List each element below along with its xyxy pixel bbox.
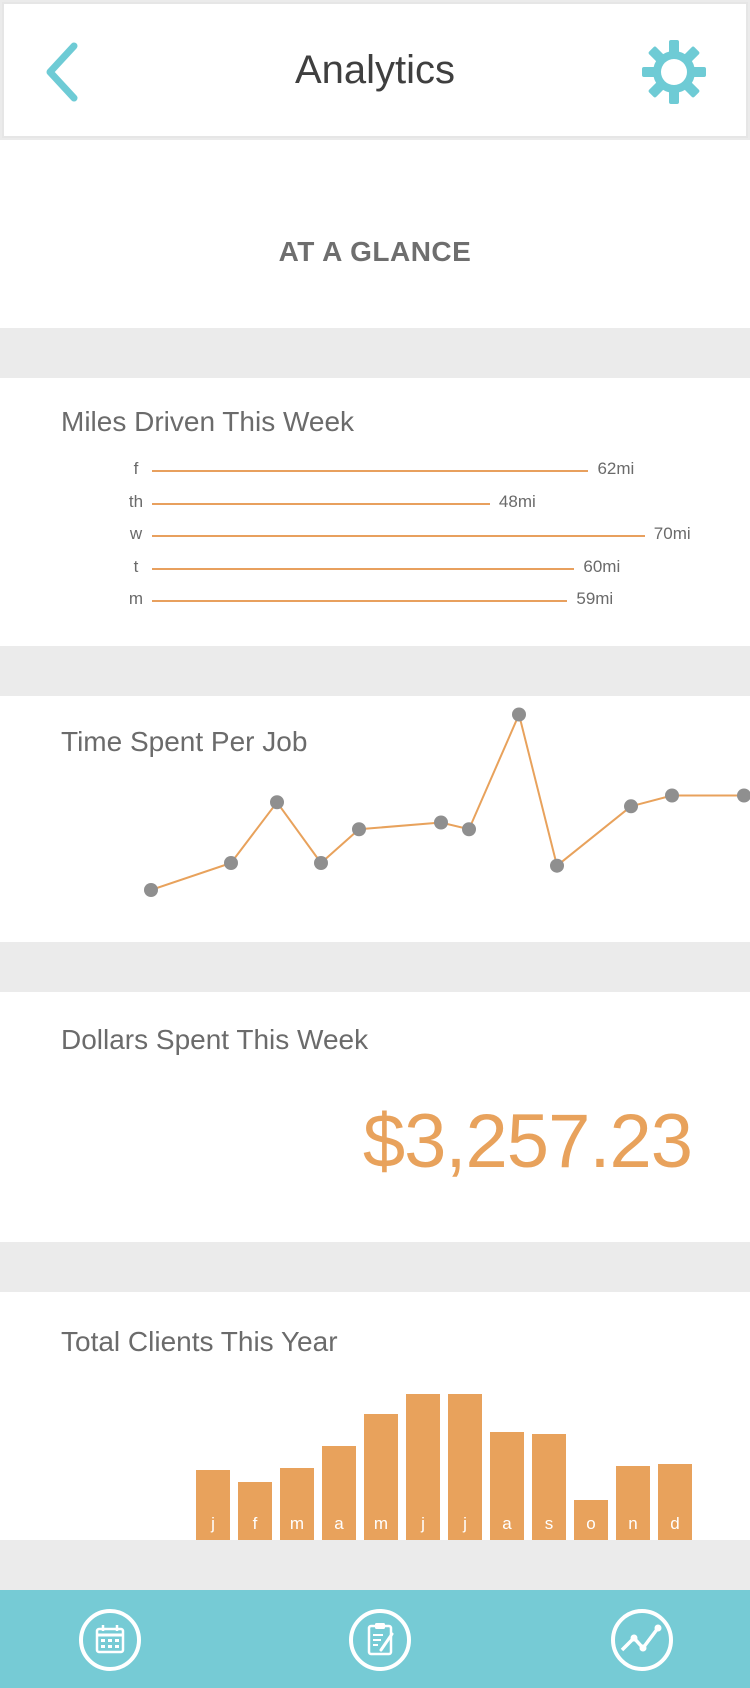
time-data-point [512, 707, 526, 722]
miles-value-label: 60mi [583, 556, 621, 576]
clients-month-label: s [544, 1514, 554, 1533]
time-data-point [434, 815, 448, 830]
miles-value-label: 48mi [498, 491, 536, 511]
clients-month-label: a [502, 1514, 512, 1533]
time-data-point [352, 822, 366, 837]
clients-month-label: j [421, 1514, 425, 1533]
miles-bar [152, 600, 568, 602]
time-data-point [737, 788, 750, 803]
miles-day-label: f [133, 459, 139, 478]
card-title: Total Clients This Year [61, 1326, 338, 1357]
time-data-point [314, 856, 328, 870]
time-series-line [150, 711, 744, 891]
card-title: Miles Driven This Week [61, 406, 355, 437]
section-heading: AT A GLANCE [278, 236, 472, 267]
miles-day-label: w [129, 524, 143, 543]
time-data-point [270, 795, 284, 810]
dollars-card: Dollars Spent This Week $3,257.23 [0, 992, 750, 1242]
page-title: Analytics [294, 48, 456, 92]
calendar-icon [79, 1609, 141, 1671]
clients-month-label: n [628, 1514, 638, 1533]
miles-day-label: t [133, 556, 139, 576]
miles-card: Miles Driven This Week f 62mi th 48mi w 70mi t… [0, 378, 750, 646]
bottom-nav [0, 1590, 750, 1688]
clients-month-label: m [289, 1514, 305, 1533]
clients-month-label: a [334, 1514, 344, 1533]
miles-bar [152, 502, 490, 505]
settings-button[interactable] [640, 38, 708, 106]
time-per-job-card: Time Spent Per Job [0, 696, 750, 942]
nav-analytics[interactable] [610, 1608, 674, 1672]
app-header: Analytics [2, 2, 748, 138]
clients-month-label: f [252, 1514, 258, 1533]
miles-value-label: 59mi [576, 589, 614, 608]
nav-clipboard[interactable] [348, 1608, 412, 1672]
time-data-point [144, 883, 158, 897]
clients-month-label: m [373, 1514, 389, 1533]
miles-bar [152, 535, 645, 537]
at-a-glance-card: AT A GLANCE [0, 140, 750, 328]
clients-card: Total Clients This Year j f m a m j j a s o n d [0, 1292, 750, 1540]
miles-bar [152, 470, 589, 472]
time-per-job-chart [144, 707, 750, 897]
clients-month-label: j [211, 1514, 215, 1533]
clients-month-label: j [463, 1514, 467, 1533]
card-title: Dollars Spent This Week [61, 1024, 369, 1055]
clipboard-icon [349, 1609, 411, 1671]
nav-calendar[interactable] [78, 1608, 142, 1672]
time-data-point [550, 858, 564, 873]
clients-month-label: o [586, 1514, 596, 1533]
miles-bar [152, 567, 575, 570]
miles-day-label: th [128, 491, 144, 511]
gear-icon [642, 40, 706, 104]
miles-day-label: m [128, 589, 144, 608]
time-data-point [224, 856, 238, 870]
clients-month-label: d [670, 1514, 680, 1533]
time-data-point [462, 822, 476, 837]
miles-value-label: 62mi [597, 459, 635, 478]
time-data-point [624, 799, 638, 814]
miles-value-label: 70mi [653, 524, 691, 543]
dollars-amount: $3,257.23 [362, 1099, 693, 1184]
time-data-point [665, 788, 679, 803]
chart-line-icon [611, 1609, 673, 1671]
